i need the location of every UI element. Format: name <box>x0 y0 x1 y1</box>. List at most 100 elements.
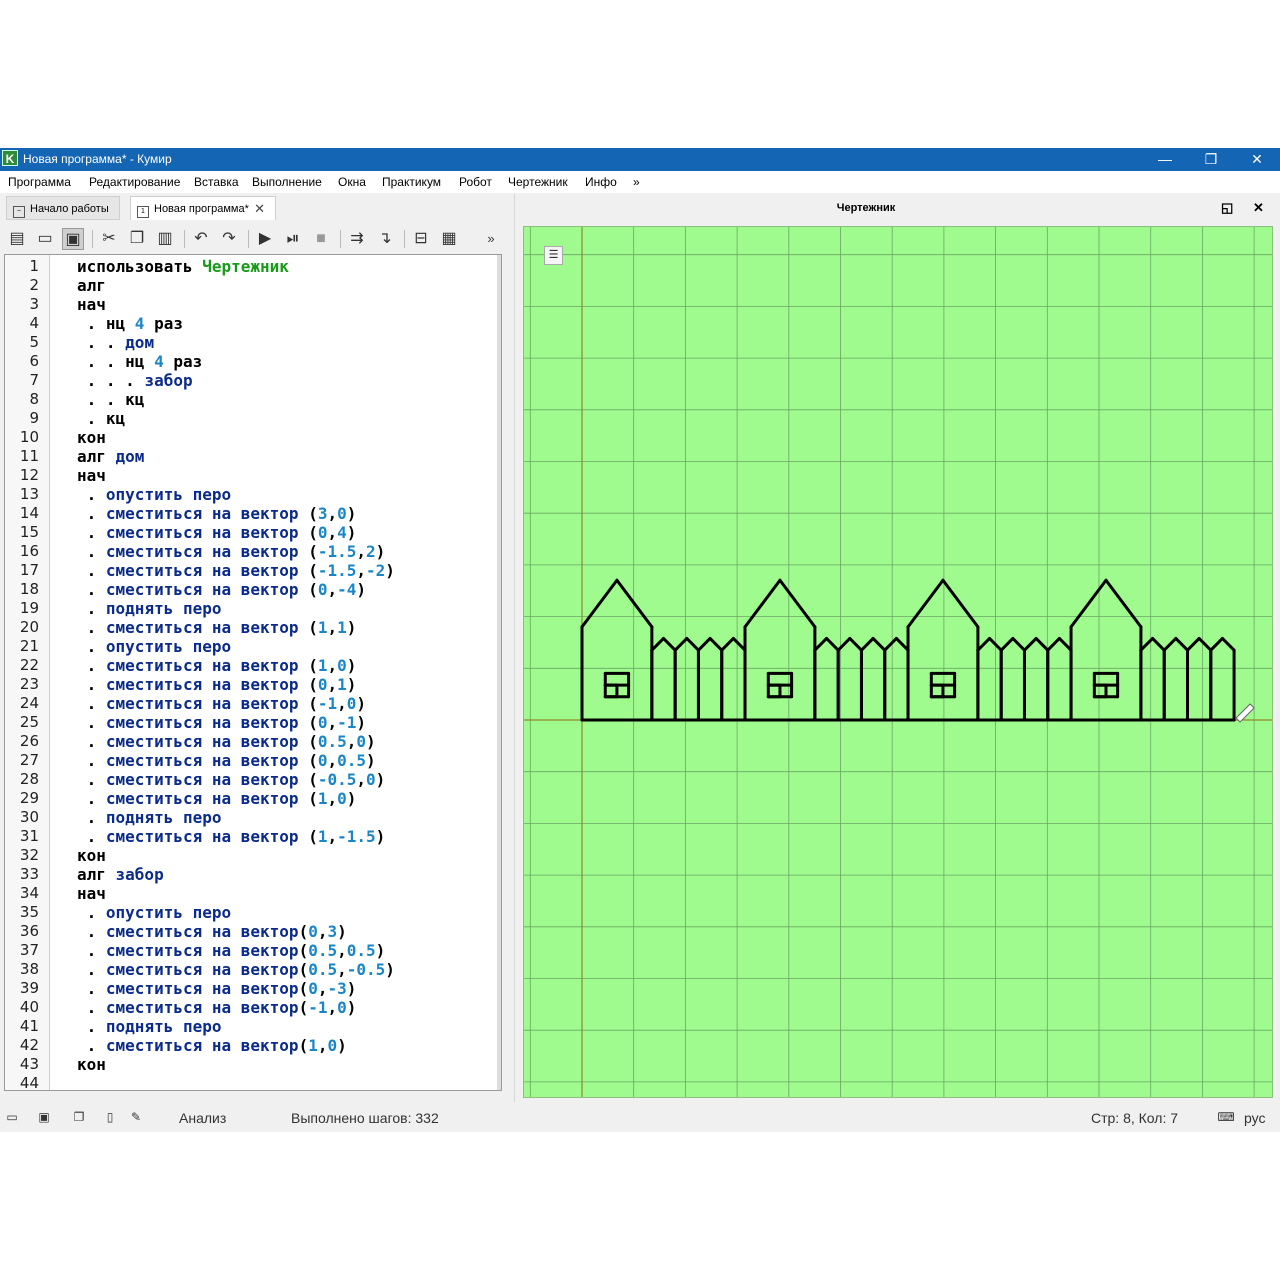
code-line[interactable]: 18 . сместиться на вектор (0,-4) <box>5 580 501 599</box>
code-line[interactable]: 24 . сместиться на вектор (-1,0) <box>5 694 501 713</box>
code-line[interactable]: 26 . сместиться на вектор (0.5,0) <box>5 732 501 751</box>
code-line[interactable]: 39 . сместиться на вектор(0,-3) <box>5 979 501 998</box>
code-token: ( <box>298 941 309 960</box>
code-line[interactable]: 15 . сместиться на вектор (0,4) <box>5 523 501 542</box>
code-line[interactable]: 27 . сместиться на вектор (0,0.5) <box>5 751 501 770</box>
tab-start[interactable]: ~ Начало работы <box>6 196 120 220</box>
code-line[interactable]: 21 . опустить перо <box>5 637 501 656</box>
code-line[interactable]: 28 . сместиться на вектор (-0.5,0) <box>5 770 501 789</box>
float-panel-icon[interactable]: ◱ <box>1221 200 1233 216</box>
code-token: ( <box>308 542 318 561</box>
code-line[interactable]: 17 . сместиться на вектор (-1.5,-2) <box>5 561 501 580</box>
line-number: 10 <box>19 428 39 446</box>
drawer-canvas[interactable]: ☰ <box>523 226 1273 1098</box>
drawing-surface <box>524 227 1272 1097</box>
menu-insert[interactable]: Вставка <box>194 175 239 189</box>
code-line[interactable]: 35 . опустить перо <box>5 903 501 922</box>
code-line[interactable]: 19 . поднять перо <box>5 599 501 618</box>
code-line[interactable]: 44 <box>5 1074 501 1090</box>
code-line[interactable]: 13 . опустить перо <box>5 485 501 504</box>
save-output-icon[interactable]: ▣ <box>37 1110 51 1124</box>
code-line[interactable]: 38 . сместиться на вектор(0.5,-0.5) <box>5 960 501 979</box>
code-line[interactable]: 16 . сместиться на вектор (-1.5,2) <box>5 542 501 561</box>
tab-new-program[interactable]: 1 Новая программа* ✕ <box>130 196 276 220</box>
code-line[interactable]: 40 . сместиться на вектор(-1,0) <box>5 998 501 1017</box>
save-icon[interactable]: ▣ <box>62 228 84 250</box>
code-token: поднять перо <box>105 599 222 618</box>
restore-button[interactable]: ❐ <box>1188 148 1234 171</box>
step-over-icon[interactable]: ⇉ <box>346 228 368 250</box>
code-line[interactable]: 22 . сместиться на вектор (1,0) <box>5 656 501 675</box>
menu-drawer[interactable]: Чертежник <box>508 175 568 189</box>
editor-scrollbar[interactable] <box>497 255 501 1090</box>
run-icon[interactable]: ▶ <box>254 228 276 250</box>
open-folder-icon[interactable]: ▭ <box>34 228 56 250</box>
close-window-button[interactable]: ✕ <box>1234 148 1280 171</box>
code-token: -3 <box>327 979 347 998</box>
code-line[interactable]: 12 нач <box>5 466 501 485</box>
code-token: . <box>77 751 106 770</box>
code-line[interactable]: 34 нач <box>5 884 501 903</box>
run-step-icon[interactable]: ⏯ <box>282 228 304 250</box>
menu-practicum[interactable]: Практикум <box>382 175 441 189</box>
code-line[interactable]: 5 . . дом <box>5 333 501 352</box>
status-language[interactable]: рус <box>1244 1110 1265 1126</box>
code-line[interactable]: 3 нач <box>5 295 501 314</box>
code-line[interactable]: 41 . поднять перо <box>5 1017 501 1036</box>
code-line[interactable]: 42 . сместиться на вектор(1,0) <box>5 1036 501 1055</box>
clear-output-icon[interactable]: ▯ <box>103 1110 117 1124</box>
minimize-button[interactable]: — <box>1142 148 1188 171</box>
undo-icon[interactable]: ↶ <box>190 228 212 250</box>
code-line[interactable]: 30 . поднять перо <box>5 808 501 827</box>
step-into-icon[interactable]: ↴ <box>374 228 396 250</box>
menu-robot[interactable]: Робот <box>459 175 492 189</box>
paste-icon[interactable]: ▥ <box>154 228 176 250</box>
edit-icon[interactable]: ✎ <box>129 1110 143 1124</box>
redo-icon[interactable]: ↷ <box>218 228 240 250</box>
code-line[interactable]: 14 . сместиться на вектор (3,0) <box>5 504 501 523</box>
code-line[interactable]: 2 алг <box>5 276 501 295</box>
close-tab-icon[interactable]: ✕ <box>254 197 265 221</box>
menu-run[interactable]: Выполнение <box>252 175 322 189</box>
line-number: 4 <box>29 314 39 332</box>
console-icon[interactable]: ▭ <box>5 1110 19 1124</box>
code-line[interactable]: 6 . . нц 4 раз <box>5 352 501 371</box>
menu-program[interactable]: Программа <box>8 175 71 189</box>
code-line[interactable]: 32 кон <box>5 846 501 865</box>
code-line[interactable]: 11 алг дом <box>5 447 501 466</box>
code-line[interactable]: 7 . . . забор <box>5 371 501 390</box>
code-line[interactable]: 33 алг забор <box>5 865 501 884</box>
menu-windows[interactable]: Окна <box>338 175 366 189</box>
code-line[interactable]: 29 . сместиться на вектор (1,0) <box>5 789 501 808</box>
menu-overflow[interactable]: » <box>633 175 640 189</box>
code-line[interactable]: 20 . сместиться на вектор (1,1) <box>5 618 501 637</box>
toolbar-overflow[interactable]: » <box>480 228 502 250</box>
drawer-panel: Чертежник ◱ ✕ ☰ <box>514 194 1280 1102</box>
menu-edit[interactable]: Редактирование <box>89 175 180 189</box>
code-line[interactable]: 43 кон <box>5 1055 501 1074</box>
new-file-icon[interactable]: ▤ <box>6 228 28 250</box>
cut-icon[interactable]: ✂ <box>98 228 120 250</box>
code-line[interactable]: 9 . кц <box>5 409 501 428</box>
code-line[interactable]: 31 . сместиться на вектор (1,-1.5) <box>5 827 501 846</box>
code-line[interactable]: 36 . сместиться на вектор(0,3) <box>5 922 501 941</box>
close-panel-icon[interactable]: ✕ <box>1253 200 1264 216</box>
drawn-segment <box>662 636 677 652</box>
canvas-menu-icon[interactable]: ☰ <box>544 246 563 265</box>
code-line[interactable]: 10 кон <box>5 428 501 447</box>
code-line[interactable]: 4 . нц 4 раз <box>5 314 501 333</box>
code-line[interactable]: 37 . сместиться на вектор(0.5,0.5) <box>5 941 501 960</box>
debug-mode-icon[interactable]: ⊟ <box>410 228 432 250</box>
code-line[interactable]: 8 . . кц <box>5 390 501 409</box>
grid-view-icon[interactable]: ▦ <box>438 228 460 250</box>
code-line[interactable]: 25 . сместиться на вектор (0,-1) <box>5 713 501 732</box>
code-text: . сместиться на вектор(0,3) <box>77 922 347 941</box>
copy-output-icon[interactable]: ❐ <box>72 1110 86 1124</box>
copy-icon[interactable]: ❐ <box>126 228 148 250</box>
code-line[interactable]: 23 . сместиться на вектор (0,1) <box>5 675 501 694</box>
code-token: 0.5 <box>346 941 376 960</box>
stop-icon[interactable]: ■ <box>310 228 332 250</box>
code-line[interactable]: 1 использовать Чертежник <box>5 257 501 276</box>
menu-info[interactable]: Инфо <box>585 175 617 189</box>
code-editor[interactable]: 1 использовать Чертежник 2 алг 3 нач 4 . нц 4 … <box>4 254 502 1091</box>
